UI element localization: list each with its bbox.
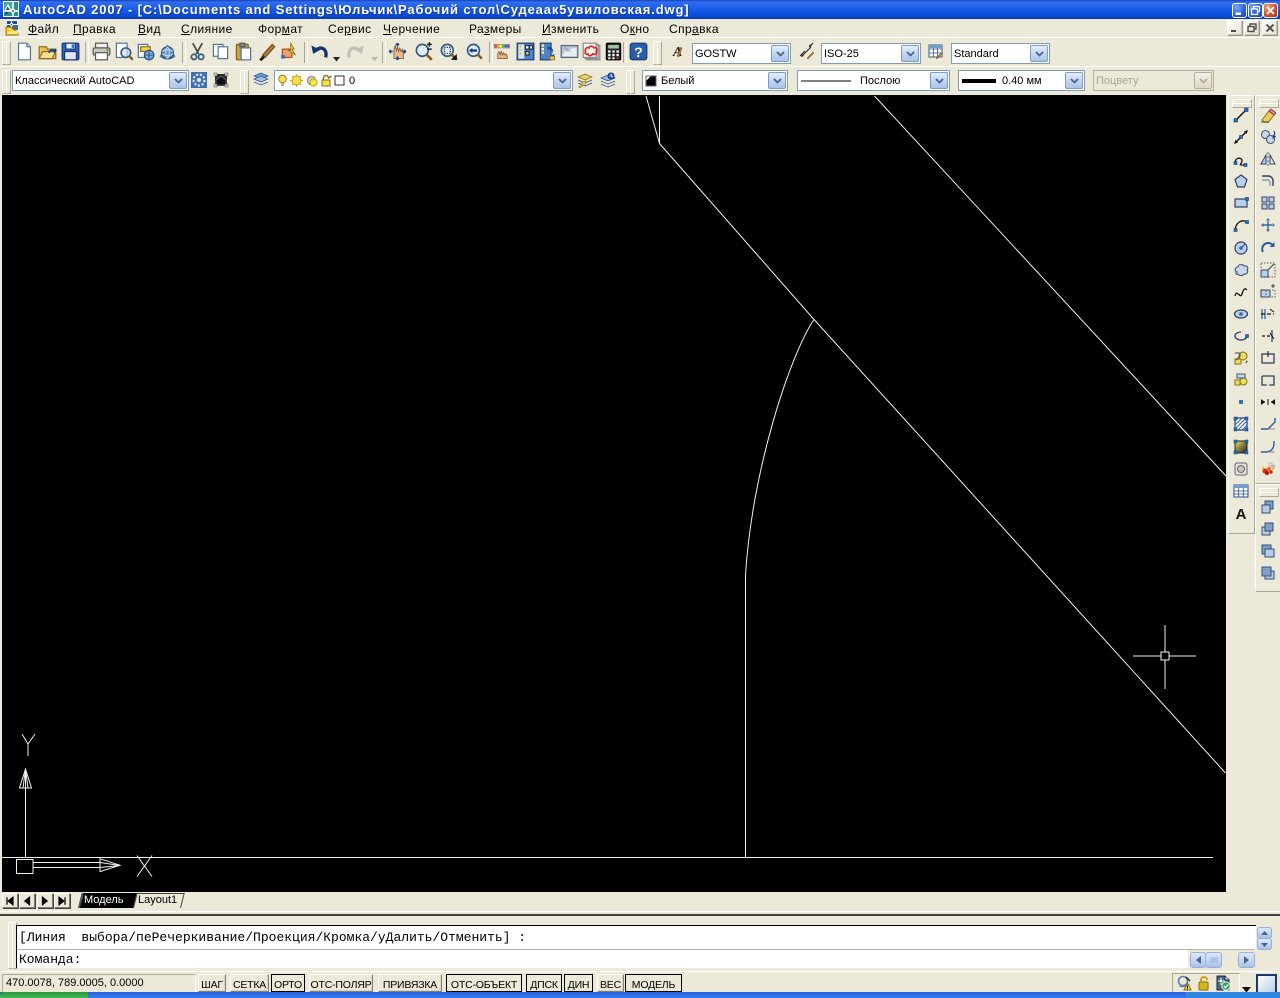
svg-text:?: ?	[634, 45, 643, 61]
svg-text:A: A	[1236, 506, 1247, 521]
